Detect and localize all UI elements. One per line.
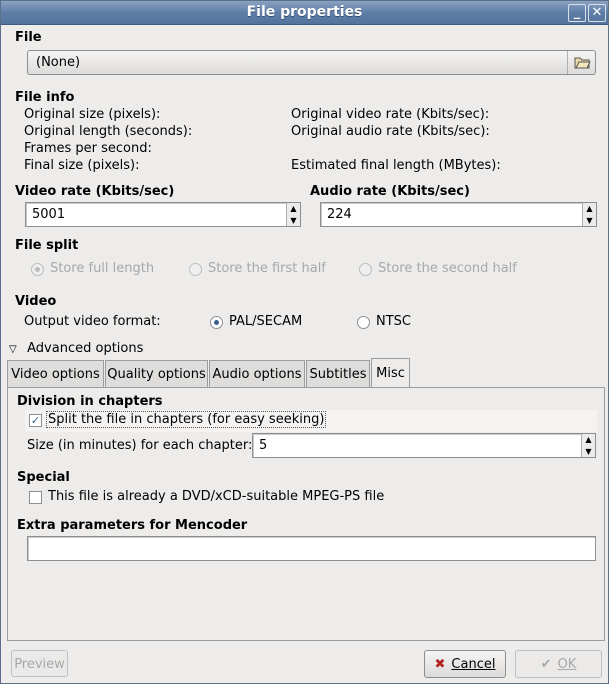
dvd-suitable-checkbox[interactable]: [29, 491, 42, 504]
original-audio-rate-label: Original audio rate (Kbits/sec):: [291, 124, 490, 139]
folder-open-icon: [567, 51, 595, 74]
video-rate-input[interactable]: 5001 ▲ ▼: [25, 202, 301, 227]
cancel-icon: ✖: [434, 657, 446, 672]
cancel-label: Cancel: [451, 657, 496, 672]
pal-secam-label: PAL/SECAM: [229, 314, 303, 329]
ok-button[interactable]: ✔ OK: [515, 650, 602, 678]
file-chooser-value: (None): [36, 55, 81, 70]
extra-parameters-input[interactable]: [27, 536, 596, 561]
store-second-half-label: Store the second half: [378, 261, 517, 276]
estimated-final-length-label: Estimated final length (MBytes):: [291, 158, 501, 173]
division-in-chapters-heading: Division in chapters: [17, 394, 163, 409]
tab-video-options[interactable]: Video options: [7, 360, 104, 387]
video-heading: Video: [15, 294, 57, 309]
expander-arrow-icon: ▽: [9, 344, 17, 355]
chapter-size-label: Size (in minutes) for each chapter:: [27, 438, 253, 453]
chapter-size-value: 5: [259, 438, 268, 453]
audio-rate-value: 224: [327, 207, 352, 222]
cancel-button[interactable]: ✖ Cancel: [424, 650, 506, 678]
split-chapters-checkbox[interactable]: ✓: [29, 414, 42, 427]
spin-down-icon[interactable]: ▼: [582, 446, 595, 458]
spin-up-icon[interactable]: ▲: [582, 434, 595, 446]
audio-rate-stepper[interactable]: ▲ ▼: [582, 203, 596, 226]
store-full-length-radio[interactable]: [31, 263, 44, 276]
original-size-label: Original size (pixels):: [24, 107, 161, 122]
store-first-half-radio[interactable]: [189, 263, 202, 276]
original-video-rate-label: Original video rate (Kbits/sec):: [291, 107, 490, 122]
video-rate-value: 5001: [32, 207, 66, 222]
minimize-icon[interactable]: _: [568, 4, 586, 22]
audio-rate-input[interactable]: 224 ▲ ▼: [320, 202, 597, 227]
file-properties-window: File properties _ ✕ File (None) File inf…: [0, 0, 609, 684]
close-icon[interactable]: ✕: [588, 4, 606, 22]
video-rate-label: Video rate (Kbits/sec): [15, 184, 175, 199]
spin-up-icon[interactable]: ▲: [583, 203, 596, 215]
advanced-options-expander[interactable]: ▽ Advanced options: [9, 341, 143, 356]
pal-secam-radio[interactable]: [210, 316, 223, 329]
frames-per-second-label: Frames per second:: [24, 141, 152, 156]
window-title: File properties: [246, 4, 363, 20]
title-bar[interactable]: File properties _ ✕: [1, 1, 608, 25]
spin-down-icon[interactable]: ▼: [583, 215, 596, 227]
extra-parameters-heading: Extra parameters for Mencoder: [17, 518, 248, 533]
store-first-half-label: Store the first half: [208, 261, 326, 276]
ntsc-radio[interactable]: [357, 316, 370, 329]
ntsc-label: NTSC: [376, 314, 411, 329]
preview-button[interactable]: Preview: [11, 650, 68, 677]
file-heading: File: [15, 30, 42, 45]
chapter-size-input[interactable]: 5 ▲ ▼: [252, 433, 596, 458]
file-chooser-button[interactable]: (None): [27, 50, 596, 75]
spin-up-icon[interactable]: ▲: [287, 203, 300, 215]
file-info-heading: File info: [15, 90, 75, 105]
special-heading: Special: [17, 470, 70, 485]
tab-quality-options[interactable]: Quality options: [105, 360, 208, 387]
spin-down-icon[interactable]: ▼: [287, 215, 300, 227]
tab-subtitles[interactable]: Subtitles: [306, 360, 370, 387]
output-video-format-label: Output video format:: [24, 314, 161, 329]
chapter-size-stepper[interactable]: ▲ ▼: [581, 434, 595, 457]
original-length-label: Original length (seconds):: [24, 124, 193, 139]
video-rate-stepper[interactable]: ▲ ▼: [286, 203, 300, 226]
ok-label: OK: [557, 657, 577, 672]
file-split-heading: File split: [15, 238, 79, 253]
final-size-label: Final size (pixels):: [24, 158, 140, 173]
dvd-suitable-label: This file is already a DVD/xCD-suitable …: [48, 489, 385, 504]
ok-checkmark-icon: ✔: [540, 657, 552, 672]
audio-rate-label: Audio rate (Kbits/sec): [310, 184, 470, 199]
split-chapters-label[interactable]: Split the file in chapters (for easy see…: [46, 411, 327, 428]
advanced-options-label: Advanced options: [27, 341, 144, 356]
tab-audio-options[interactable]: Audio options: [209, 360, 305, 387]
store-full-length-label: Store full length: [50, 261, 155, 276]
tab-misc[interactable]: Misc: [371, 358, 410, 387]
store-second-half-radio[interactable]: [359, 263, 372, 276]
